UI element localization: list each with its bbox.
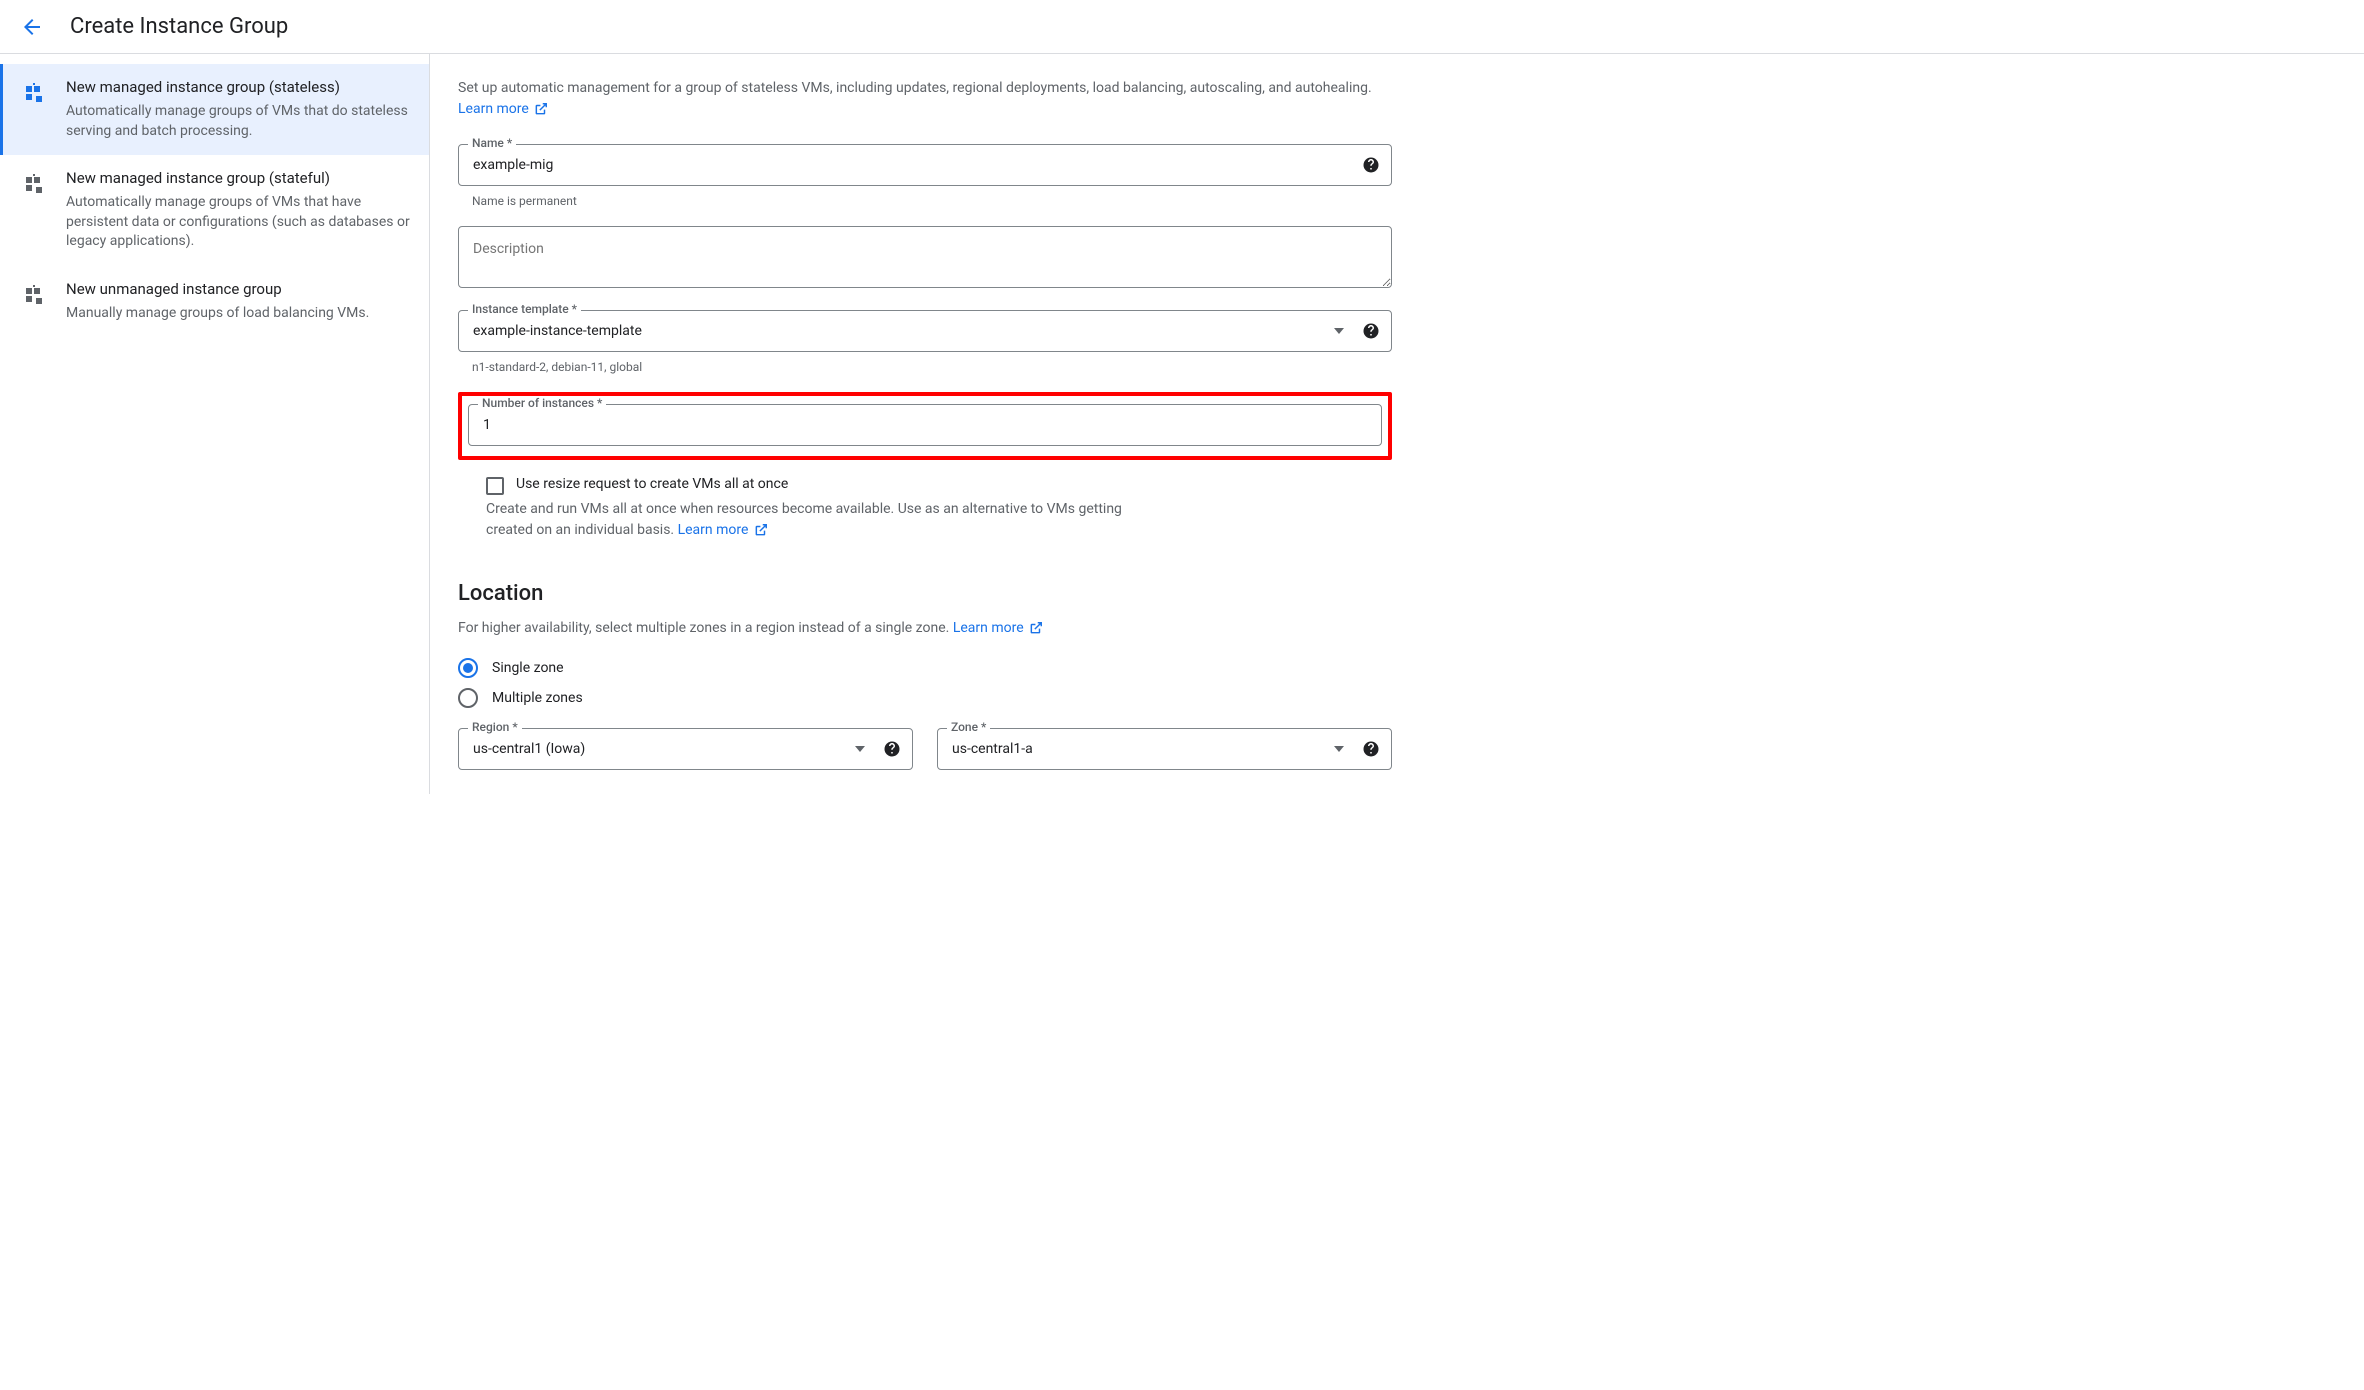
location-desc: For higher availability, select multiple… xyxy=(458,620,1392,636)
num-instances-field: Number of instances * xyxy=(468,404,1382,446)
name-label: Name * xyxy=(468,136,516,150)
chevron-down-icon xyxy=(1334,328,1344,334)
resize-request-checkbox[interactable] xyxy=(486,477,504,495)
chevron-down-icon xyxy=(1334,746,1344,752)
zone-select[interactable]: us-central1-a xyxy=(937,728,1392,770)
group-icon xyxy=(22,282,46,306)
learn-more-link[interactable]: Learn more xyxy=(953,620,1043,636)
name-field: Name * xyxy=(458,144,1392,186)
sidebar-item-stateful[interactable]: New managed instance group (stateful) Au… xyxy=(0,155,429,266)
region-select[interactable]: us-central1 (Iowa) xyxy=(458,728,913,770)
single-zone-radio[interactable] xyxy=(458,658,478,678)
instance-template-select[interactable]: example-instance-template xyxy=(458,310,1392,352)
help-icon[interactable] xyxy=(1362,322,1380,340)
name-helper: Name is permanent xyxy=(472,194,1392,208)
chevron-down-icon xyxy=(855,746,865,752)
group-icon xyxy=(22,171,46,195)
sidebar-item-title: New managed instance group (stateful) xyxy=(66,169,413,187)
sidebar-item-desc: Automatically manage groups of VMs that … xyxy=(66,102,413,141)
sidebar-item-title: New unmanaged instance group xyxy=(66,280,413,298)
instance-template-field: Instance template * example-instance-tem… xyxy=(458,310,1392,352)
learn-more-link[interactable]: Learn more xyxy=(678,522,768,538)
num-instances-input[interactable] xyxy=(468,404,1382,446)
help-icon[interactable] xyxy=(1362,156,1380,174)
page-title: Create Instance Group xyxy=(70,14,288,39)
sidebar-item-title: New managed instance group (stateless) xyxy=(66,78,413,96)
external-link-icon xyxy=(754,523,768,537)
instance-template-helper: n1-standard-2, debian-11, global xyxy=(472,360,1392,374)
zone-field: Zone * us-central1-a xyxy=(937,728,1392,770)
sidebar-item-desc: Manually manage groups of load balancing… xyxy=(66,304,413,324)
region-field: Region * us-central1 (Iowa) xyxy=(458,728,913,770)
sidebar: New managed instance group (stateless) A… xyxy=(0,54,430,794)
resize-request-label: Use resize request to create VMs all at … xyxy=(516,476,788,492)
single-zone-label: Single zone xyxy=(492,660,564,676)
instance-template-label: Instance template * xyxy=(468,302,581,316)
multiple-zones-radio[interactable] xyxy=(458,688,478,708)
back-arrow-icon[interactable] xyxy=(20,15,44,39)
location-title: Location xyxy=(458,581,1392,606)
main-content: Set up automatic management for a group … xyxy=(430,54,1420,794)
multiple-zones-label: Multiple zones xyxy=(492,690,583,706)
group-icon xyxy=(22,80,46,104)
name-input[interactable] xyxy=(458,144,1392,186)
resize-request-row: Use resize request to create VMs all at … xyxy=(486,476,1392,495)
external-link-icon xyxy=(1029,621,1043,635)
help-icon[interactable] xyxy=(883,740,901,758)
description-textarea[interactable] xyxy=(458,226,1392,288)
learn-more-link[interactable]: Learn more xyxy=(458,101,548,117)
help-icon[interactable] xyxy=(1362,740,1380,758)
external-link-icon xyxy=(534,102,548,116)
num-instances-highlight: Number of instances * xyxy=(458,392,1392,460)
sidebar-item-stateless[interactable]: New managed instance group (stateless) A… xyxy=(0,64,429,155)
resize-request-desc: Create and run VMs all at once when reso… xyxy=(486,499,1126,541)
intro-text: Set up automatic management for a group … xyxy=(458,78,1392,120)
region-label: Region * xyxy=(468,720,522,734)
zone-label: Zone * xyxy=(947,720,990,734)
sidebar-item-desc: Automatically manage groups of VMs that … xyxy=(66,193,413,252)
num-instances-label: Number of instances * xyxy=(478,396,606,410)
sidebar-item-unmanaged[interactable]: New unmanaged instance group Manually ma… xyxy=(0,266,429,338)
single-zone-radio-row[interactable]: Single zone xyxy=(458,658,1392,678)
page-header: Create Instance Group xyxy=(0,0,2364,54)
multiple-zones-radio-row[interactable]: Multiple zones xyxy=(458,688,1392,708)
